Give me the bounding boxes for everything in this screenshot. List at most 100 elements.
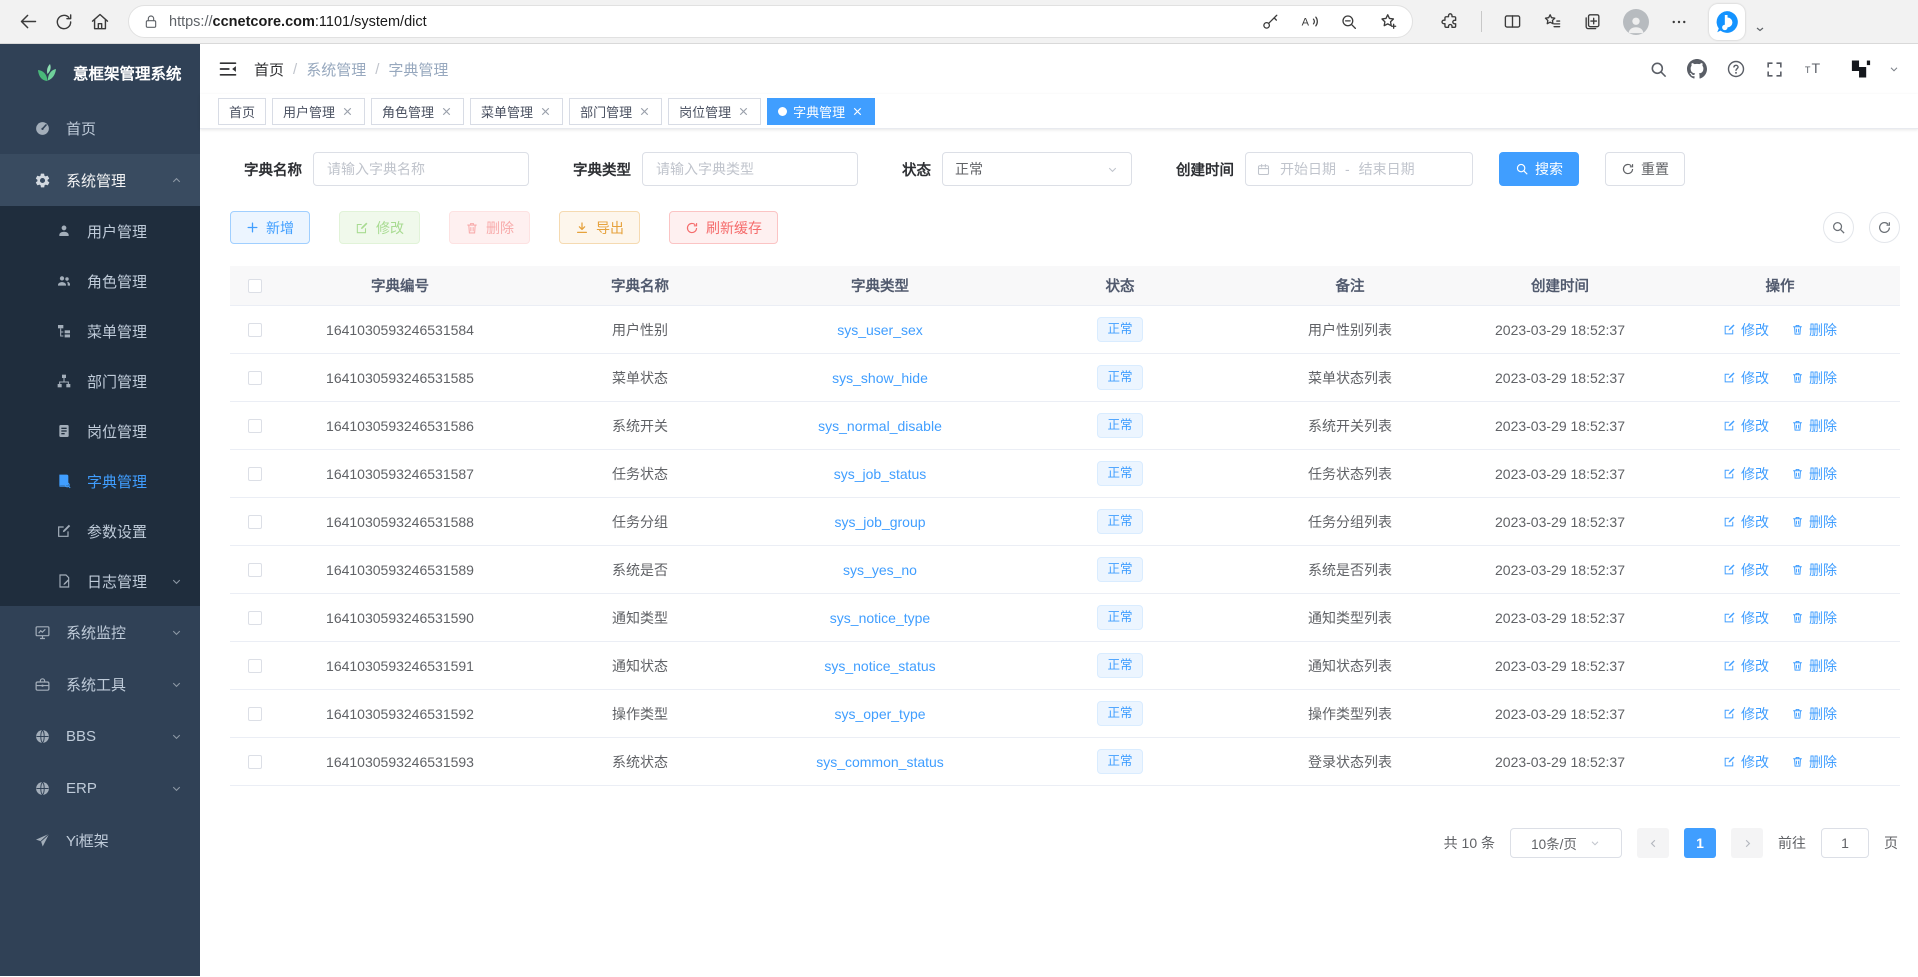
status-select[interactable]: 正常	[942, 152, 1132, 186]
row-checkbox[interactable]	[248, 611, 262, 625]
profile-button[interactable]	[1623, 9, 1649, 35]
sidebar-item-user-mgmt[interactable]: 用户管理	[0, 206, 200, 256]
extensions-button[interactable]	[1441, 12, 1460, 31]
close-icon[interactable]	[638, 105, 651, 118]
tab-dept-mgmt[interactable]: 部门管理	[569, 98, 662, 125]
dict-type-link[interactable]: sys_show_hide	[832, 370, 928, 386]
sidebar-item-post-mgmt[interactable]: 岗位管理	[0, 406, 200, 456]
row-checkbox[interactable]	[248, 659, 262, 673]
toggle-search-button[interactable]	[1823, 212, 1854, 243]
dict-type-input[interactable]	[642, 152, 858, 186]
url-text[interactable]: https://ccnetcore.com:1101/system/dict	[169, 14, 1261, 30]
close-icon[interactable]	[440, 105, 453, 118]
select-all-checkbox[interactable]	[248, 279, 262, 293]
dict-type-link[interactable]: sys_job_group	[834, 514, 925, 530]
zoom-out-button[interactable]	[1340, 13, 1358, 31]
row-delete-link[interactable]: 删除	[1791, 608, 1837, 628]
help-button[interactable]	[1726, 59, 1746, 79]
sidebar-item-log-mgmt[interactable]: 日志管理	[0, 556, 200, 606]
dict-type-link[interactable]: sys_oper_type	[834, 706, 925, 722]
sidebar-item-yi-framework[interactable]: Yi框架	[0, 814, 200, 866]
row-delete-link[interactable]: 删除	[1791, 560, 1837, 580]
github-button[interactable]	[1687, 59, 1707, 79]
row-edit-link[interactable]: 修改	[1723, 704, 1769, 724]
settings-more-button[interactable]	[1670, 13, 1688, 31]
refresh-table-button[interactable]	[1869, 212, 1900, 243]
tab-dict-mgmt[interactable]: 字典管理	[767, 98, 875, 125]
browser-back-button[interactable]	[10, 4, 46, 40]
tab-post-mgmt[interactable]: 岗位管理	[668, 98, 761, 125]
dict-type-link[interactable]: sys_job_status	[834, 466, 927, 482]
browser-home-button[interactable]	[82, 4, 118, 40]
next-page-button[interactable]	[1731, 828, 1763, 858]
page-number-1[interactable]: 1	[1684, 828, 1716, 858]
sidebar-item-erp[interactable]: ERP	[0, 762, 200, 814]
row-checkbox[interactable]	[248, 371, 262, 385]
sidebar-item-system-monitor[interactable]: 系统监控	[0, 606, 200, 658]
add-favorite-button[interactable]	[1379, 12, 1398, 31]
dict-type-link[interactable]: sys_yes_no	[843, 562, 917, 578]
dict-type-link[interactable]: sys_notice_type	[830, 610, 930, 626]
split-screen-button[interactable]	[1503, 12, 1522, 31]
row-edit-link[interactable]: 修改	[1723, 512, 1769, 532]
row-edit-link[interactable]: 修改	[1723, 752, 1769, 772]
collections-button[interactable]	[1583, 12, 1602, 31]
row-checkbox[interactable]	[248, 755, 262, 769]
dict-type-link[interactable]: sys_common_status	[816, 754, 944, 770]
row-edit-link[interactable]: 修改	[1723, 608, 1769, 628]
row-checkbox[interactable]	[248, 563, 262, 577]
sidebar-item-param-settings[interactable]: 参数设置	[0, 506, 200, 556]
date-range-picker[interactable]: 开始日期 - 结束日期	[1245, 152, 1473, 186]
search-button[interactable]: 搜索	[1499, 152, 1579, 186]
breadcrumb-home[interactable]: 首页	[254, 59, 284, 80]
row-delete-link[interactable]: 删除	[1791, 512, 1837, 532]
sidebar-item-system-tools[interactable]: 系统工具	[0, 658, 200, 710]
add-button[interactable]: 新增	[230, 211, 310, 244]
breadcrumb-system[interactable]: 系统管理	[306, 59, 366, 80]
sidebar-item-dept-mgmt[interactable]: 部门管理	[0, 356, 200, 406]
row-edit-link[interactable]: 修改	[1723, 656, 1769, 676]
sidebar-item-system-mgmt[interactable]: 系统管理	[0, 154, 200, 206]
tab-user-mgmt[interactable]: 用户管理	[272, 98, 365, 125]
row-edit-link[interactable]: 修改	[1723, 368, 1769, 388]
close-icon[interactable]	[341, 105, 354, 118]
export-button[interactable]: 导出	[559, 211, 640, 244]
row-delete-link[interactable]: 删除	[1791, 656, 1837, 676]
browser-refresh-button[interactable]	[46, 4, 82, 40]
close-icon[interactable]	[851, 105, 864, 118]
dict-name-input[interactable]	[313, 152, 529, 186]
copilot-button[interactable]	[1709, 4, 1745, 40]
row-checkbox[interactable]	[248, 419, 262, 433]
delete-button[interactable]: 删除	[449, 211, 530, 244]
row-delete-link[interactable]: 删除	[1791, 416, 1837, 436]
close-icon[interactable]	[539, 105, 552, 118]
row-delete-link[interactable]: 删除	[1791, 752, 1837, 772]
row-checkbox[interactable]	[248, 323, 262, 337]
edit-button[interactable]: 修改	[339, 211, 420, 244]
row-checkbox[interactable]	[248, 515, 262, 529]
sidebar-fold-button[interactable]	[218, 59, 238, 79]
read-aloud-button[interactable]: A	[1300, 12, 1319, 31]
user-avatar[interactable]	[1844, 53, 1877, 86]
page-size-select[interactable]: 10条/页	[1510, 828, 1622, 858]
row-edit-link[interactable]: 修改	[1723, 560, 1769, 580]
close-icon[interactable]	[737, 105, 750, 118]
dict-type-link[interactable]: sys_user_sex	[837, 322, 923, 338]
address-bar[interactable]: https://ccnetcore.com:1101/system/dict A	[128, 5, 1413, 38]
favorites-button[interactable]	[1543, 12, 1562, 31]
row-checkbox[interactable]	[248, 707, 262, 721]
password-key-button[interactable]	[1261, 13, 1279, 31]
row-edit-link[interactable]: 修改	[1723, 416, 1769, 436]
row-delete-link[interactable]: 删除	[1791, 464, 1837, 484]
dict-type-link[interactable]: sys_normal_disable	[818, 418, 942, 434]
sidebar-item-dict-mgmt[interactable]: 字典管理	[0, 456, 200, 506]
copilot-caret[interactable]	[1754, 23, 1766, 35]
font-size-button[interactable]: TT	[1803, 59, 1825, 79]
dict-type-link[interactable]: sys_notice_status	[824, 658, 935, 674]
row-delete-link[interactable]: 删除	[1791, 320, 1837, 340]
tab-menu-mgmt[interactable]: 菜单管理	[470, 98, 563, 125]
row-checkbox[interactable]	[248, 467, 262, 481]
sidebar-item-home[interactable]: 首页	[0, 102, 200, 154]
sidebar-item-bbs[interactable]: BBS	[0, 710, 200, 762]
reset-button[interactable]: 重置	[1605, 152, 1685, 186]
